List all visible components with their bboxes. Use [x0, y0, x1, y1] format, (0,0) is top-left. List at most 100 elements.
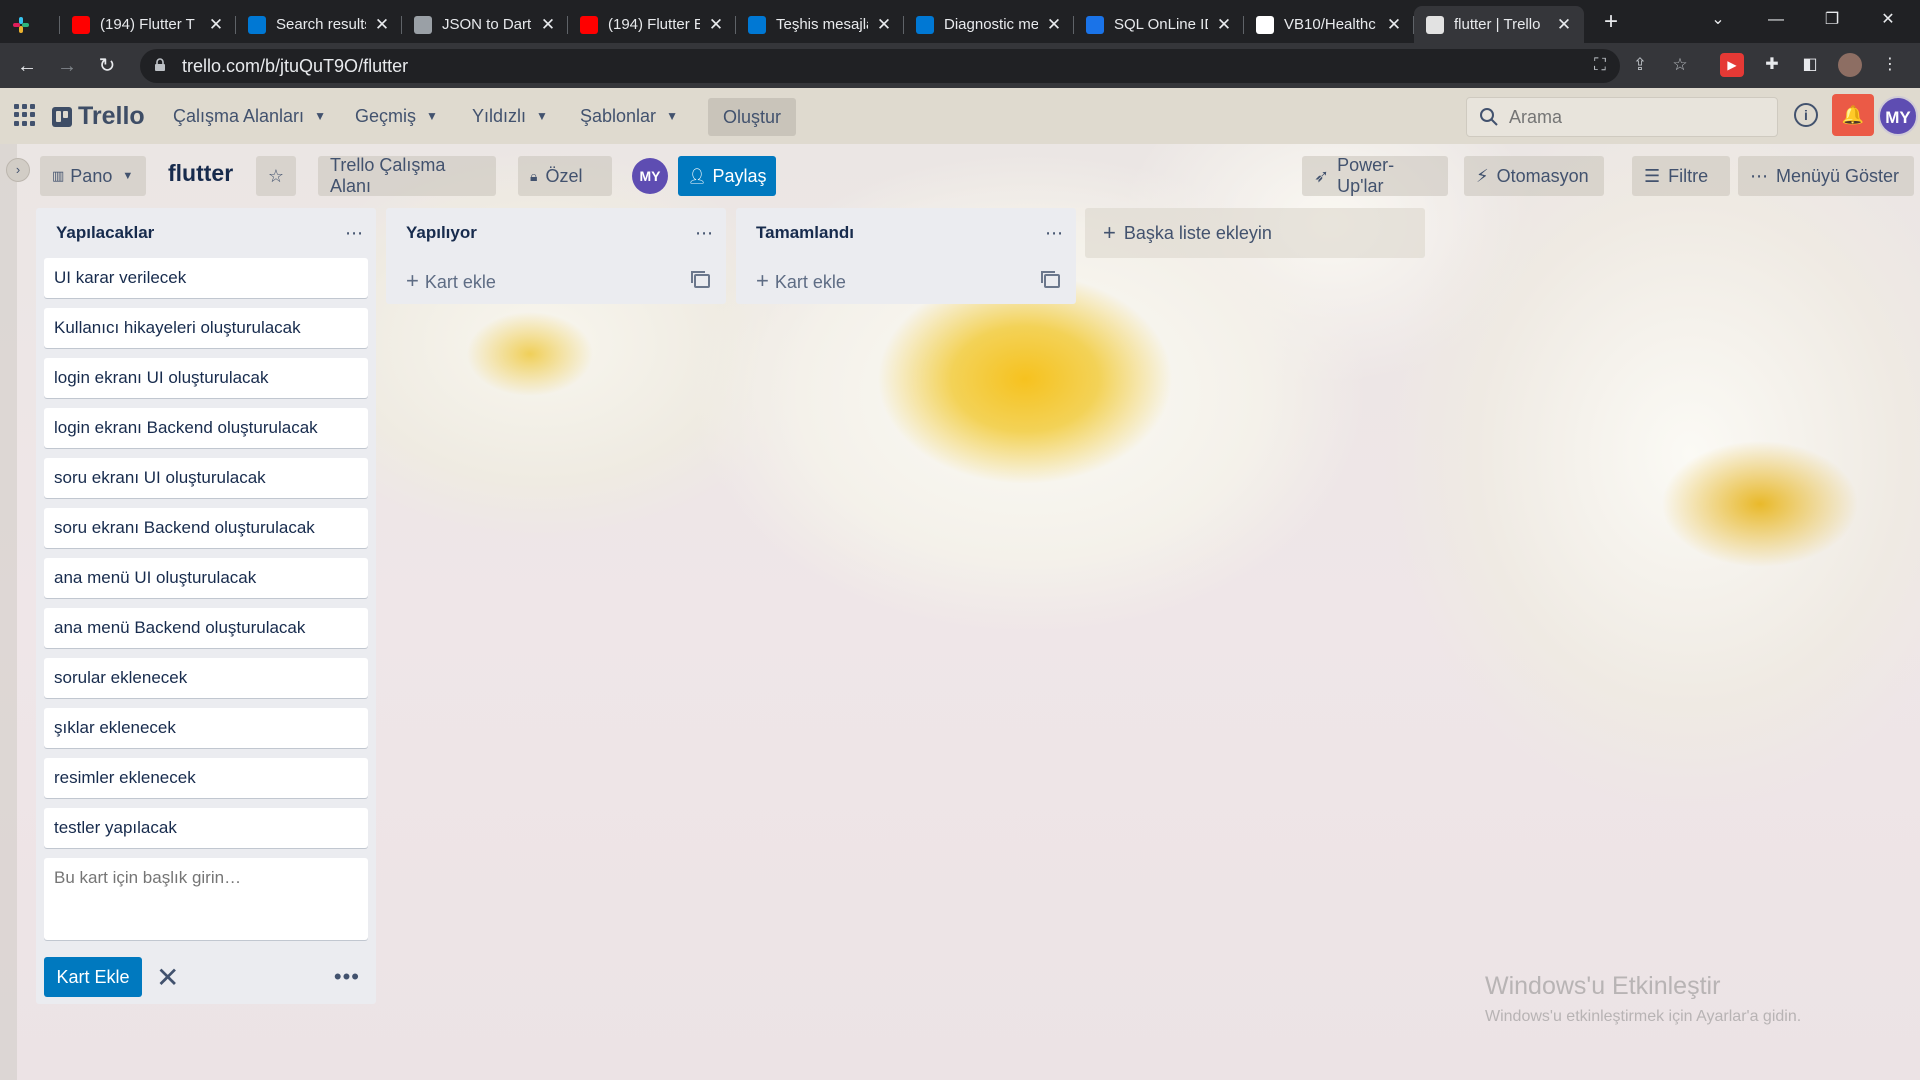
browser-tab[interactable]: (194) Flutter E ✕ [568, 6, 736, 43]
workspace-button[interactable]: Trello Çalışma Alanı [318, 155, 496, 196]
list-yapiliyor: Yapılıyor ⋯ + Kart ekle [386, 208, 726, 304]
tab-title: VB10/Healthc [1284, 16, 1376, 33]
automation-button[interactable]: ⚡︎ Otomasyon [1464, 156, 1604, 196]
minimize-button[interactable]: — [1748, 0, 1804, 40]
card[interactable]: ana menü Backend oluşturulacak [44, 608, 368, 648]
extensions-puzzle-icon[interactable]: ✚ [1760, 53, 1784, 77]
notifications-bell-icon[interactable]: 🔔 [1832, 94, 1874, 136]
card[interactable]: soru ekranı UI oluşturulacak [44, 458, 368, 498]
visibility-button[interactable]: 🔒︎ Özel [518, 156, 612, 196]
share-button[interactable]: 👤︎ Paylaş [678, 156, 776, 196]
user-avatar[interactable]: MY [1878, 96, 1918, 136]
card[interactable]: soru ekranı Backend oluşturulacak [44, 508, 368, 548]
list-more-icon[interactable]: ⋯ [1045, 223, 1064, 244]
composer-controls: Kart Ekle ✕ ••• [36, 950, 376, 1004]
tab-title: SQL OnLine IDE [1114, 16, 1208, 33]
card-composer[interactable] [44, 858, 368, 940]
close-tab-icon[interactable]: ✕ [374, 15, 390, 35]
card[interactable]: sorular eklenecek [44, 658, 368, 698]
browser-tab[interactable]: Diagnostic me ✕ [904, 6, 1074, 43]
trello-logo[interactable]: Trello [52, 102, 145, 131]
browser-tab[interactable]: (194) Flutter T ✕ [60, 6, 236, 43]
close-tab-icon[interactable]: ✕ [1046, 15, 1062, 35]
list-title[interactable]: Yapılacaklar [56, 223, 154, 243]
menu-starred[interactable]: Yıldızlı ▼ [462, 98, 558, 134]
extension-red-icon[interactable]: ▶ [1720, 53, 1744, 77]
browser-tab[interactable]: Teşhis mesajla ✕ [736, 6, 904, 43]
browser-tab[interactable]: SQL OnLine IDE ✕ [1074, 6, 1244, 43]
expand-sidebar-chevron-icon[interactable]: › [6, 158, 30, 182]
new-tab-button[interactable]: + [1597, 8, 1625, 36]
chevron-down-icon: ▼ [666, 109, 678, 123]
close-tab-icon[interactable]: ✕ [1216, 15, 1232, 35]
url-text[interactable]: trello.com/b/jtuQuT9O/flutter [182, 56, 408, 77]
card[interactable]: resimler eklenecek [44, 758, 368, 798]
menu-recent[interactable]: Geçmiş ▼ [345, 98, 448, 134]
powerups-button[interactable]: ➶ Power-Up'lar [1302, 155, 1448, 196]
card[interactable]: testler yapılacak [44, 808, 368, 848]
tab-search-chevron-icon[interactable]: ⌄ [1690, 0, 1746, 40]
info-icon[interactable]: i [1794, 103, 1818, 127]
card[interactable]: şıklar eklenecek [44, 708, 368, 748]
menu-workspaces[interactable]: Çalışma Alanları ▼ [163, 98, 336, 134]
view-switcher[interactable]: ▥ Pano ▼ [40, 156, 146, 196]
close-tab-icon[interactable]: ✕ [540, 15, 556, 35]
add-card-button[interactable]: Kart Ekle [44, 957, 142, 997]
list-title[interactable]: Tamamlandı [756, 223, 854, 243]
forward-arrow-icon[interactable]: → [50, 49, 84, 83]
list-more-icon[interactable]: ⋯ [695, 223, 714, 244]
close-tab-icon[interactable]: ✕ [708, 15, 724, 35]
maximize-button[interactable]: ❐ [1804, 0, 1860, 40]
close-window-button[interactable]: ✕ [1860, 0, 1916, 40]
card[interactable]: login ekranı UI oluşturulacak [44, 358, 368, 398]
browser-menu-icon[interactable]: ⋮ [1878, 53, 1902, 77]
menu-templates[interactable]: Şablonlar ▼ [570, 98, 688, 134]
add-card-row[interactable]: + Kart ekle [736, 258, 1076, 304]
app-switcher-icon[interactable] [14, 104, 36, 126]
filter-button[interactable]: ☰ Filtre [1632, 156, 1730, 196]
side-panel-icon[interactable]: ◧ [1798, 53, 1822, 77]
create-button[interactable]: Oluştur [708, 98, 796, 136]
card-template-icon[interactable] [1041, 271, 1060, 288]
browser-tab[interactable]: VB10/Healthc ✕ [1244, 6, 1414, 43]
search-box[interactable] [1466, 97, 1778, 137]
reload-icon[interactable]: ↻ [90, 49, 124, 83]
show-menu-button[interactable]: ⋯ Menüyü Göster [1738, 156, 1914, 196]
lock-icon[interactable] [154, 57, 168, 75]
browser-tab[interactable]: flutter | Trello ✕ [1414, 6, 1584, 43]
add-card-row[interactable]: + Kart ekle [386, 258, 726, 304]
card-template-icon[interactable] [691, 271, 710, 288]
close-tab-icon[interactable]: ✕ [876, 15, 892, 35]
card[interactable]: Kullanıcı hikayeleri oluşturulacak [44, 308, 368, 348]
browser-tab[interactable]: JSON to Dart ✕ [402, 6, 568, 43]
address-bar[interactable]: trello.com/b/jtuQuT9O/flutter [140, 49, 1620, 83]
board-title[interactable]: flutter [168, 160, 233, 187]
translate-icon[interactable]: ⛶ [1586, 51, 1614, 79]
profile-avatar[interactable] [1838, 53, 1862, 77]
browser-tab[interactable]: Search results ✕ [236, 6, 402, 43]
tab-pinned-slack[interactable] [0, 6, 60, 43]
chevron-down-icon: ▼ [314, 109, 326, 123]
chevron-down-icon: ▼ [536, 109, 548, 123]
list-title[interactable]: Yapılıyor [406, 223, 477, 243]
close-icon[interactable]: ✕ [156, 961, 179, 994]
chevron-down-icon: ▼ [426, 109, 438, 123]
member-avatar[interactable]: MY [632, 158, 668, 194]
browser-tab-strip: (194) Flutter T ✕ Search results ✕ JSON to D… [0, 0, 1920, 43]
back-arrow-icon[interactable]: ← [10, 49, 44, 83]
youtube-icon [580, 15, 598, 34]
close-tab-icon[interactable]: ✕ [1556, 15, 1572, 35]
add-list-button[interactable]: + Başka liste ekleyin [1085, 208, 1425, 258]
card[interactable]: login ekranı Backend oluşturulacak [44, 408, 368, 448]
card[interactable]: UI karar verilecek [44, 258, 368, 298]
close-tab-icon[interactable]: ✕ [208, 15, 224, 35]
search-input[interactable] [1509, 106, 1759, 128]
composer-more-icon[interactable]: ••• [334, 964, 360, 990]
list-more-icon[interactable]: ⋯ [345, 223, 364, 244]
close-tab-icon[interactable]: ✕ [1386, 15, 1402, 35]
share-icon[interactable]: ⇪ [1626, 51, 1654, 79]
star-board-button[interactable]: ☆ [256, 156, 296, 196]
card-title-input[interactable] [54, 868, 358, 930]
card[interactable]: ana menü UI oluşturulacak [44, 558, 368, 598]
bookmark-star-icon[interactable]: ☆ [1666, 51, 1694, 79]
